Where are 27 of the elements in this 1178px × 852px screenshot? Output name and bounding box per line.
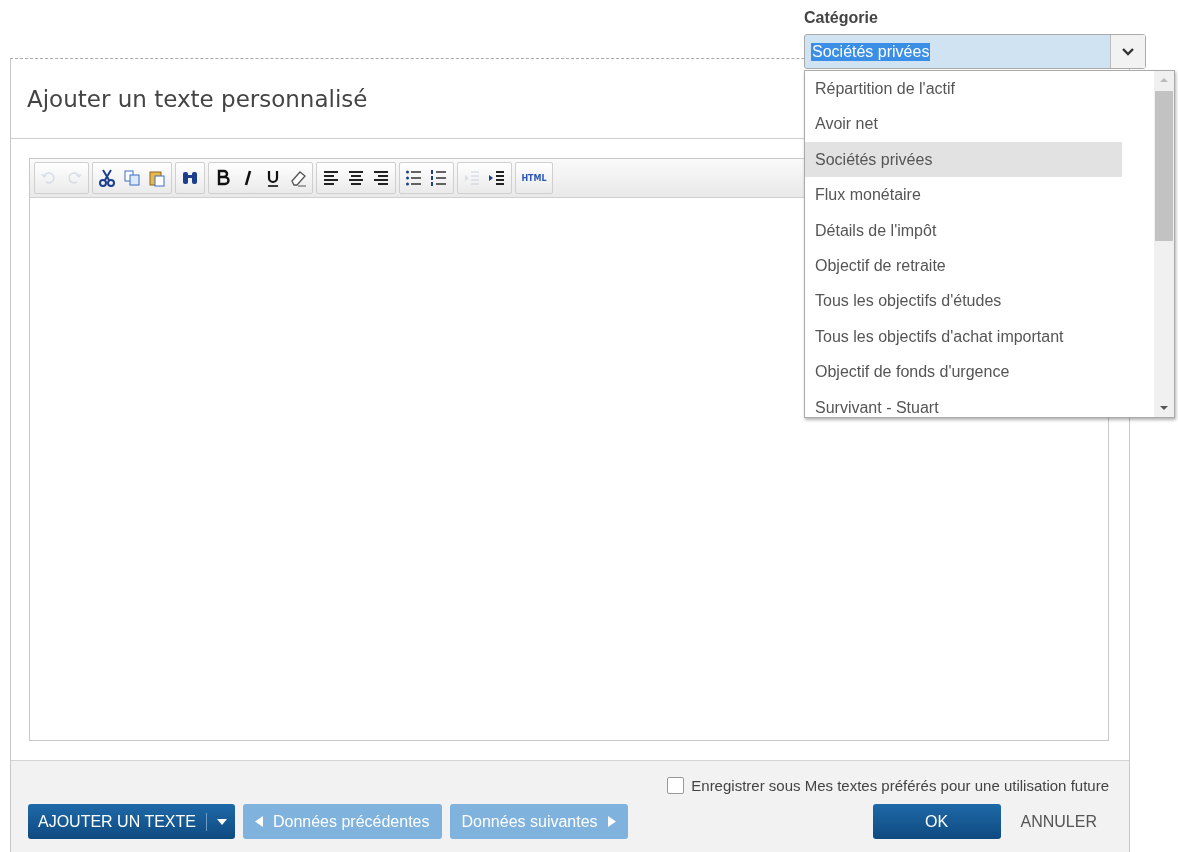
chevron-down-icon (1122, 47, 1134, 56)
dialog-title: Ajouter un texte personnalisé (27, 85, 368, 112)
numbered-list-icon (429, 168, 449, 188)
triangle-right-icon (607, 816, 616, 827)
dropdown-option[interactable]: Répartition de l'actif (805, 71, 1122, 107)
caret-down-icon (216, 818, 227, 825)
html-button[interactable]: HTML (518, 164, 550, 192)
checkbox[interactable] (667, 777, 685, 794)
category-label: Catégorie (804, 9, 879, 27)
clipboard-icon (147, 168, 167, 188)
add-text-button[interactable]: AJOUTER UN TEXTE (28, 804, 235, 839)
bulleted-list-icon (404, 168, 424, 188)
cancel-button[interactable]: ANNULER (1008, 804, 1109, 839)
scrollbar[interactable] (1154, 71, 1174, 417)
copy-icon (122, 168, 142, 188)
dropdown-option[interactable]: Sociétés privées (805, 141, 1122, 178)
align-right-icon (371, 168, 391, 188)
indent-icon (487, 168, 507, 188)
triangle-left-icon (254, 816, 263, 827)
ok-button[interactable]: OK (872, 804, 1001, 839)
align-left-icon (321, 168, 341, 188)
outdent-icon (462, 168, 482, 188)
scissors-icon (97, 168, 117, 188)
scroll-down-icon[interactable] (1159, 405, 1169, 411)
dropdown-option[interactable]: Avoir net (805, 106, 1122, 142)
align-center-icon (346, 168, 366, 188)
checkbox-label[interactable]: Enregistrer sous Mes textes préférés pour une utilisation future (691, 777, 1109, 794)
